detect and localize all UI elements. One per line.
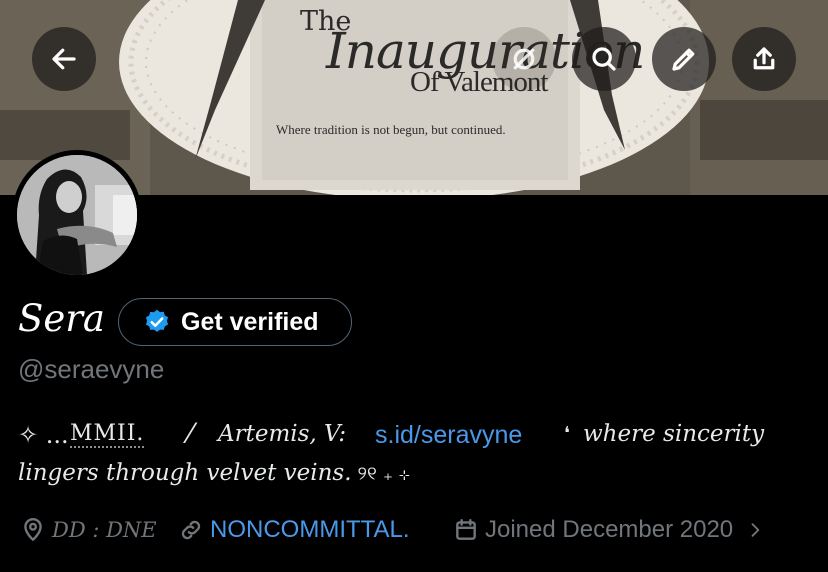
bio-line-2: lingers through velvet veins. ୨୧ ₊ ⊹ bbox=[18, 460, 410, 486]
back-button[interactable] bbox=[32, 27, 96, 91]
website-text[interactable]: NONCOMMITTAL. bbox=[210, 516, 410, 544]
bio-slash: ⁄ bbox=[188, 419, 193, 450]
grok-icon bbox=[513, 48, 535, 70]
location-pin-icon bbox=[24, 518, 42, 541]
get-verified-button[interactable]: Get verified bbox=[118, 298, 352, 346]
get-verified-label: Get verified bbox=[181, 307, 319, 336]
avatar[interactable] bbox=[12, 150, 142, 280]
bio-prefix: ✧ ... bbox=[18, 421, 69, 449]
link-icon bbox=[181, 520, 201, 540]
bio-quote-mark: ❛ bbox=[564, 423, 570, 444]
bio-line2-text: lingers through velvet veins. bbox=[18, 460, 352, 486]
banner-tagline: Where tradition is not begun, but contin… bbox=[276, 122, 506, 137]
verified-badge-icon bbox=[145, 309, 169, 332]
bio-line2-tail: ୨୧ ₊ ⊹ bbox=[357, 463, 410, 485]
joined-date[interactable]: Joined December 2020 bbox=[453, 513, 771, 547]
bio-mmii: MMII. bbox=[70, 421, 145, 448]
arrow-left-icon bbox=[52, 48, 76, 70]
handle: @seraevyne bbox=[18, 354, 165, 384]
website-link[interactable]: NONCOMMITTAL. bbox=[178, 513, 410, 547]
display-name: Sera bbox=[18, 297, 105, 340]
search-icon bbox=[592, 47, 616, 71]
search-button[interactable] bbox=[572, 27, 636, 91]
location: DD : DNE bbox=[20, 513, 157, 547]
share-icon bbox=[753, 47, 775, 70]
bio-line-1: ✧ ... MMII. ⁄ Artemis, V: s.id/seravyne … bbox=[18, 419, 818, 455]
bio-link[interactable]: s.id/seravyne bbox=[375, 421, 522, 450]
profile-banner[interactable]: The Inauguration Of Valemont Where tradi… bbox=[0, 0, 828, 195]
bio-name-part: Artemis, V: bbox=[218, 421, 347, 447]
location-text: DD : DNE bbox=[52, 518, 157, 542]
share-button[interactable] bbox=[732, 27, 796, 91]
chevron-right-icon bbox=[751, 523, 760, 537]
avatar-photo bbox=[17, 155, 137, 275]
joined-text: Joined December 2020 bbox=[485, 516, 734, 543]
edit-button[interactable] bbox=[652, 27, 716, 91]
grok-button[interactable] bbox=[492, 27, 556, 91]
calendar-icon bbox=[456, 519, 476, 540]
bio-line1-tail: where sincerity bbox=[583, 421, 765, 447]
pencil-icon bbox=[672, 48, 695, 71]
